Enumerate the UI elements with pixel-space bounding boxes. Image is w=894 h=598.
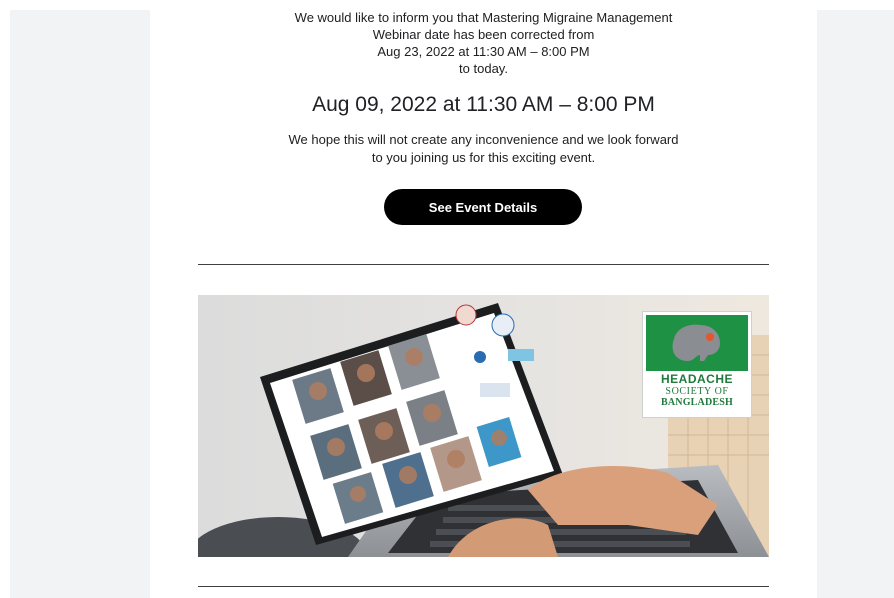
new-event-date: Aug 09, 2022 at 11:30 AM – 8:00 PM — [312, 93, 655, 116]
divider-bottom — [198, 586, 769, 587]
apology-line-1: We hope this will not create any inconve… — [288, 132, 679, 147]
apology-message: We hope this will not create any inconve… — [150, 131, 817, 167]
divider-top — [198, 264, 769, 265]
email-body: We would like to inform you that Masteri… — [150, 0, 817, 598]
right-margin — [817, 10, 894, 598]
notice-line-4: to today. — [459, 61, 508, 76]
logo-line-2: SOCIETY OF — [665, 386, 729, 397]
event-banner-image[interactable]: HEADACHE SOCIETY OF BANGLADESH — [198, 295, 769, 557]
date-change-notice: We would like to inform you that Masteri… — [150, 9, 817, 77]
logo-line-1: HEADACHE — [660, 372, 733, 386]
see-event-details-button[interactable]: See Event Details — [384, 189, 582, 225]
notice-line-2: Webinar date has been corrected from — [372, 27, 595, 42]
brain-logo-icon — [646, 315, 748, 371]
headache-society-logo: HEADACHE SOCIETY OF BANGLADESH — [642, 311, 752, 418]
notice-line-1: We would like to inform you that Masteri… — [294, 10, 673, 25]
email-viewer: We would like to inform you that Masteri… — [0, 0, 894, 598]
logo-line-3: BANGLADESH — [660, 397, 733, 408]
notice-line-3: Aug 23, 2022 at 11:30 AM – 8:00 PM — [377, 44, 590, 59]
left-margin — [10, 10, 150, 598]
apology-line-2: to you joining us for this exciting even… — [371, 150, 596, 165]
